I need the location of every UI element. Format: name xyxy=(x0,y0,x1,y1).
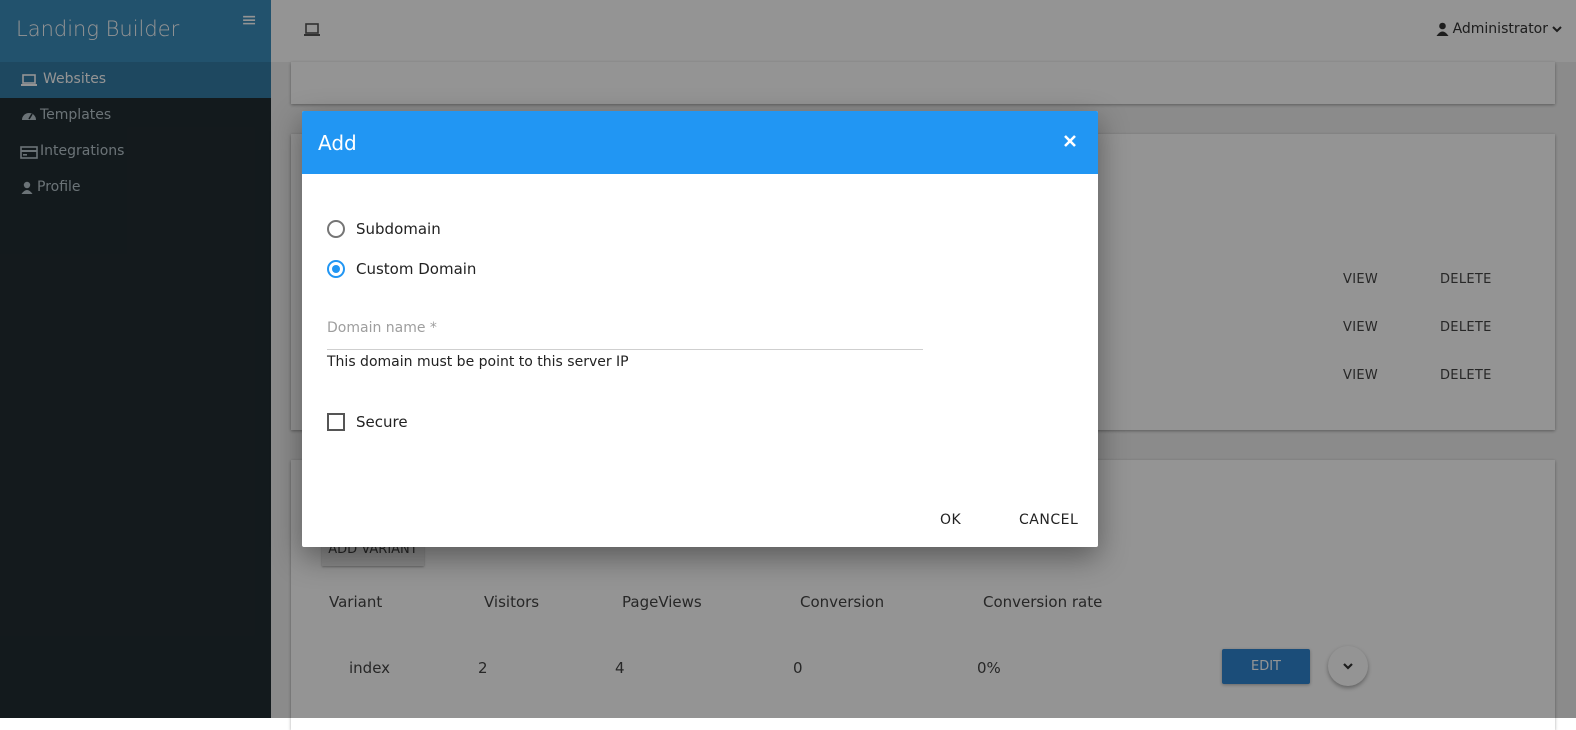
checkbox-label: Secure xyxy=(356,413,408,431)
cancel-button[interactable]: CANCEL xyxy=(1019,512,1078,528)
subdomain-radio-option[interactable]: Subdomain xyxy=(327,220,441,238)
custom-domain-radio-option[interactable]: Custom Domain xyxy=(327,260,476,278)
dialog-title: Add xyxy=(318,131,357,155)
custom-domain-radio[interactable] xyxy=(327,260,345,278)
domain-name-input[interactable] xyxy=(327,313,923,343)
secure-checkbox-option[interactable]: Secure xyxy=(327,413,408,431)
add-domain-dialog: Add Subdomain Custom Domain This domain … xyxy=(302,111,1098,547)
secure-checkbox[interactable] xyxy=(327,413,345,431)
domain-helper-text: This domain must be point to this server… xyxy=(327,354,629,370)
subdomain-radio[interactable] xyxy=(327,220,345,238)
domain-name-field xyxy=(327,313,923,350)
radio-label: Custom Domain xyxy=(356,260,477,278)
ok-button[interactable]: OK xyxy=(940,512,961,528)
dialog-header: Add xyxy=(302,111,1098,174)
radio-label: Subdomain xyxy=(356,220,441,238)
close-icon[interactable] xyxy=(1062,133,1078,149)
